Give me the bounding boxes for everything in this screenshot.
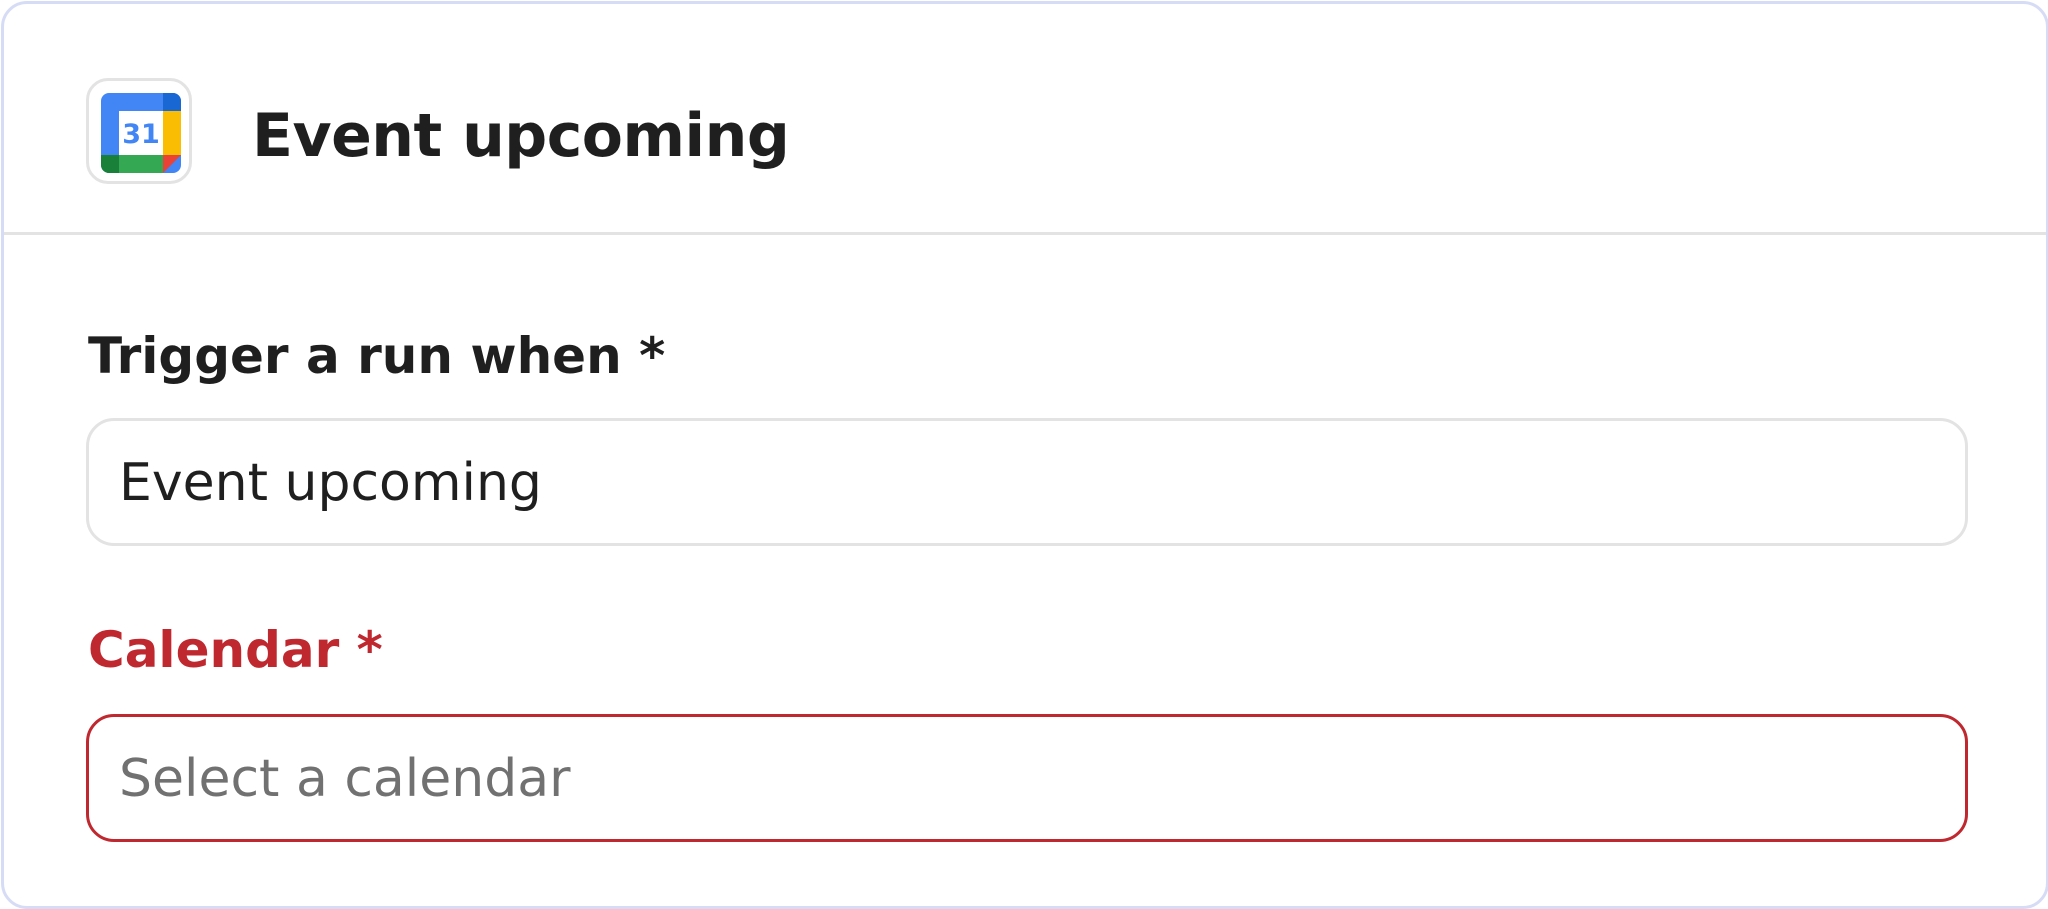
calendar-field-label: Calendar *: [88, 621, 383, 679]
trigger-select[interactable]: Event upcoming: [86, 418, 1968, 546]
trigger-config-panel: 31 Event upcoming Trigger a run when * E…: [1, 1, 2048, 909]
panel-title: Event upcoming: [252, 101, 790, 171]
app-icon-container: 31: [86, 78, 192, 184]
google-calendar-icon: 31: [101, 93, 181, 173]
calendar-select-placeholder: Select a calendar: [119, 749, 571, 809]
panel-header: 31 Event upcoming: [4, 4, 2046, 235]
calendar-day-number: 31: [122, 119, 160, 150]
trigger-field-label: Trigger a run when *: [88, 327, 666, 385]
trigger-select-value: Event upcoming: [119, 453, 542, 513]
calendar-select[interactable]: Select a calendar: [86, 714, 1968, 842]
